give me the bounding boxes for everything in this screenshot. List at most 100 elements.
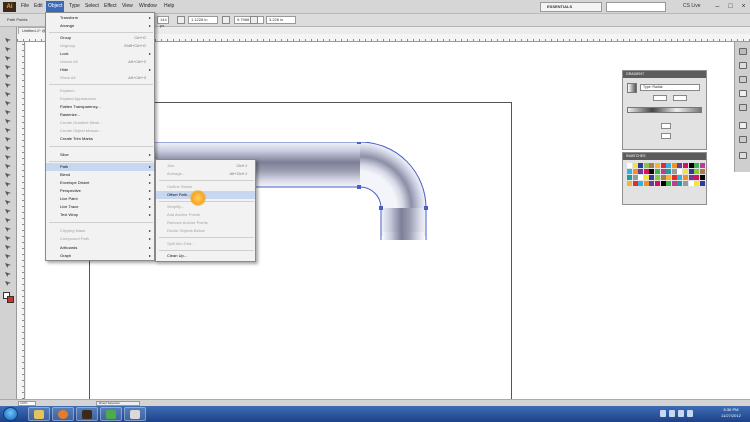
start-button-icon[interactable] <box>3 407 18 421</box>
color-panel-icon[interactable] <box>739 48 747 55</box>
menu-item-live-trace[interactable]: Live Trace ▸ <box>46 203 154 211</box>
type-tool-icon[interactable] <box>3 82 14 90</box>
link-icon[interactable] <box>222 16 230 24</box>
swatch[interactable] <box>649 169 655 174</box>
layers-icon[interactable] <box>739 152 747 159</box>
menu-item-hide[interactable]: Hide ▸ <box>46 66 154 74</box>
menu-window[interactable]: Window <box>139 3 157 9</box>
menu-item-transform[interactable]: Transform ▸ <box>46 14 154 22</box>
swatch[interactable] <box>699 163 705 168</box>
taskbar-media-button[interactable] <box>100 407 122 421</box>
tray-network-icon[interactable] <box>669 410 675 417</box>
perspective-grid-tool-icon[interactable] <box>3 190 14 198</box>
gradient-type-select[interactable]: Type: Radial <box>640 84 700 91</box>
eraser-tool-icon[interactable] <box>3 136 14 144</box>
artboard-tool-icon[interactable] <box>3 253 14 261</box>
align-icon[interactable] <box>177 16 185 24</box>
swatch[interactable] <box>677 169 683 174</box>
x-field[interactable]: 144 px <box>157 16 169 28</box>
transparency-icon[interactable] <box>739 136 747 143</box>
gradient-tool-icon[interactable] <box>3 208 14 216</box>
hand-tool-icon[interactable] <box>3 271 14 279</box>
swatch[interactable] <box>655 169 660 174</box>
menu-view[interactable]: View <box>122 3 133 9</box>
swatch[interactable] <box>660 169 666 174</box>
menu-item-live-paint[interactable]: Live Paint ▸ <box>46 195 154 203</box>
y-field[interactable]: 1.1228 in <box>188 16 218 24</box>
swatch[interactable] <box>638 169 644 174</box>
swatch[interactable] <box>694 169 700 174</box>
menu-item-text-wrap[interactable]: Text Wrap ▸ <box>46 211 154 219</box>
swatch[interactable] <box>683 169 688 174</box>
menu-item-perspective[interactable]: Perspective ▸ <box>46 187 154 195</box>
menu-item-create-trim-marks[interactable]: Create Trim Marks <box>46 135 154 143</box>
rotate-tool-icon[interactable] <box>3 145 14 153</box>
swatch[interactable] <box>677 163 683 168</box>
line-tool-icon[interactable] <box>3 91 14 99</box>
swatch[interactable] <box>660 181 666 186</box>
blend-tool-icon[interactable] <box>3 226 14 234</box>
pencil-tool-icon[interactable] <box>3 118 14 126</box>
swatch[interactable] <box>655 175 660 180</box>
swatch[interactable] <box>632 181 638 186</box>
stroke-icon[interactable] <box>739 122 747 129</box>
swatches-panel-tab[interactable]: SWATCHES <box>626 153 645 160</box>
help-search-input[interactable] <box>606 2 666 12</box>
pen-tool-icon[interactable] <box>3 73 14 81</box>
symbol-sprayer-tool-icon[interactable] <box>3 235 14 243</box>
gradient-angle-field[interactable] <box>653 95 667 101</box>
menu-item-graph[interactable]: Graph ▸ <box>46 252 154 260</box>
menu-item-lock[interactable]: Lock ▸ <box>46 50 154 58</box>
taskbar-illustrator-button[interactable] <box>76 407 98 421</box>
swatches-panel-header[interactable]: SWATCHES <box>623 153 706 160</box>
warp-tool-icon[interactable] <box>3 163 14 171</box>
swatch[interactable] <box>627 175 632 180</box>
menu-type[interactable]: Type <box>69 3 80 9</box>
workspace-switcher[interactable]: ESSENTIALS <box>540 2 602 12</box>
swatch[interactable] <box>683 163 688 168</box>
direct-selection-tool-icon[interactable] <box>3 46 14 54</box>
mesh-tool-icon[interactable] <box>3 199 14 207</box>
magic-wand-tool-icon[interactable] <box>3 55 14 63</box>
swatch[interactable] <box>671 181 677 186</box>
close-icon[interactable]: × <box>738 2 749 11</box>
swatch[interactable] <box>666 175 672 180</box>
swatch[interactable] <box>671 163 677 168</box>
menu-item-arrange[interactable]: Arrange ▸ <box>46 22 154 30</box>
menu-object[interactable]: Object <box>46 1 65 12</box>
menu-item-slice[interactable]: Slice ▸ <box>46 151 154 159</box>
swatch[interactable] <box>649 175 655 180</box>
swatches-icon[interactable] <box>739 76 747 83</box>
lasso-tool-icon[interactable] <box>3 64 14 72</box>
swatch[interactable] <box>632 163 638 168</box>
menu-file[interactable]: File <box>21 3 29 9</box>
taskbar-explorer-button[interactable] <box>28 407 50 421</box>
minimize-icon[interactable]: – <box>712 2 723 11</box>
swatch[interactable] <box>688 163 694 168</box>
swatch[interactable] <box>699 169 705 174</box>
stroke-color-icon[interactable] <box>7 296 14 303</box>
swatch[interactable] <box>699 175 705 180</box>
gradient-location-field[interactable] <box>661 133 671 139</box>
tray-arrow-icon[interactable] <box>660 410 666 417</box>
swatch[interactable] <box>632 175 638 180</box>
swatch[interactable] <box>671 175 677 180</box>
brushes-icon[interactable] <box>739 90 747 97</box>
swatch[interactable] <box>666 163 672 168</box>
swatch[interactable] <box>660 175 666 180</box>
swatch[interactable] <box>666 169 672 174</box>
symbols-icon[interactable] <box>739 104 747 111</box>
menu-help[interactable]: Help <box>164 3 174 9</box>
free-transform-tool-icon[interactable] <box>3 172 14 180</box>
menu-item-clean-up[interactable]: Clean Up... <box>156 252 255 260</box>
menu-item-artboards[interactable]: Artboards ▸ <box>46 244 154 252</box>
swatch[interactable] <box>683 175 688 180</box>
menu-item-group[interactable]: Group Ctrl+G <box>46 34 154 42</box>
swatch[interactable] <box>666 181 672 186</box>
eyedropper-tool-icon[interactable] <box>3 217 14 225</box>
scale-tool-icon[interactable] <box>3 154 14 162</box>
slice-tool-icon[interactable] <box>3 262 14 270</box>
graph-tool-icon[interactable] <box>3 244 14 252</box>
swatch[interactable] <box>694 181 700 186</box>
zoom-tool-icon[interactable] <box>3 280 14 288</box>
